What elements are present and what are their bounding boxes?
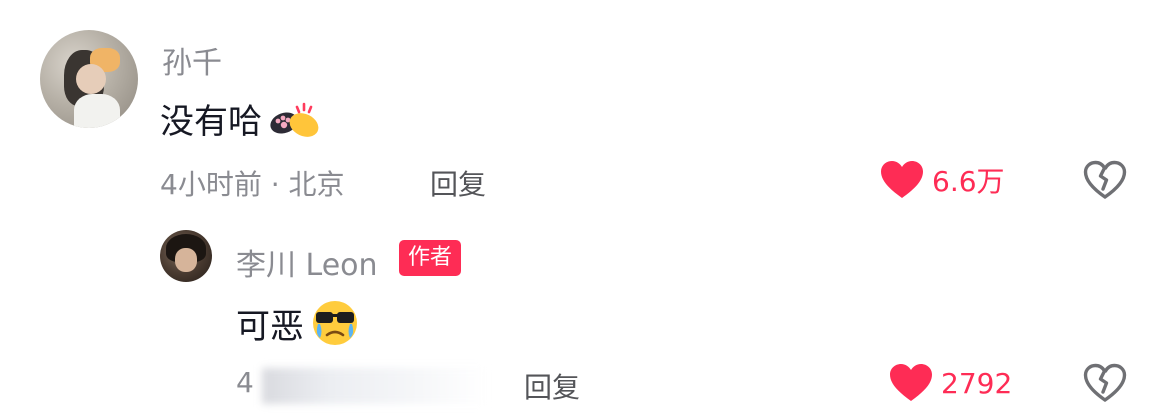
comment-like-button[interactable]: 6.6万 xyxy=(880,160,1005,200)
comment-reply-button[interactable]: 回复 xyxy=(430,163,486,203)
author-badge: 作者 xyxy=(399,240,462,276)
reply-like-button[interactable]: 2792 xyxy=(889,363,1012,403)
heart-filled-icon xyxy=(880,160,924,200)
commenter-username[interactable]: 孙千 xyxy=(162,38,222,82)
reply-dislike-button[interactable] xyxy=(1083,363,1127,403)
reply-reply-button[interactable]: 回复 xyxy=(524,366,580,406)
comment-body: 没有哈 xyxy=(160,94,324,143)
reply-time: 4 xyxy=(236,366,254,399)
author-avatar[interactable] xyxy=(160,230,212,282)
crying-sunglasses-emoji-icon xyxy=(308,298,362,348)
reply-body: 可恶 xyxy=(236,298,362,348)
broken-heart-icon xyxy=(1083,160,1127,200)
commenter-avatar[interactable] xyxy=(40,30,138,128)
reply-text: 可恶 xyxy=(236,306,304,347)
broken-heart-icon xyxy=(1083,363,1127,403)
reply-like-count: 2792 xyxy=(941,366,1013,400)
comment-text: 没有哈 xyxy=(160,102,262,142)
comment-time-location: 4小时前 · 北京 xyxy=(160,168,345,201)
author-username[interactable]: 李川 Leon xyxy=(236,240,378,284)
comment-dislike-button[interactable] xyxy=(1083,160,1127,200)
paw-handshake-emoji-icon xyxy=(264,97,324,141)
comment-like-count: 6.6万 xyxy=(932,165,1005,198)
redacted-time-location xyxy=(262,368,487,404)
heart-filled-icon xyxy=(889,363,933,403)
